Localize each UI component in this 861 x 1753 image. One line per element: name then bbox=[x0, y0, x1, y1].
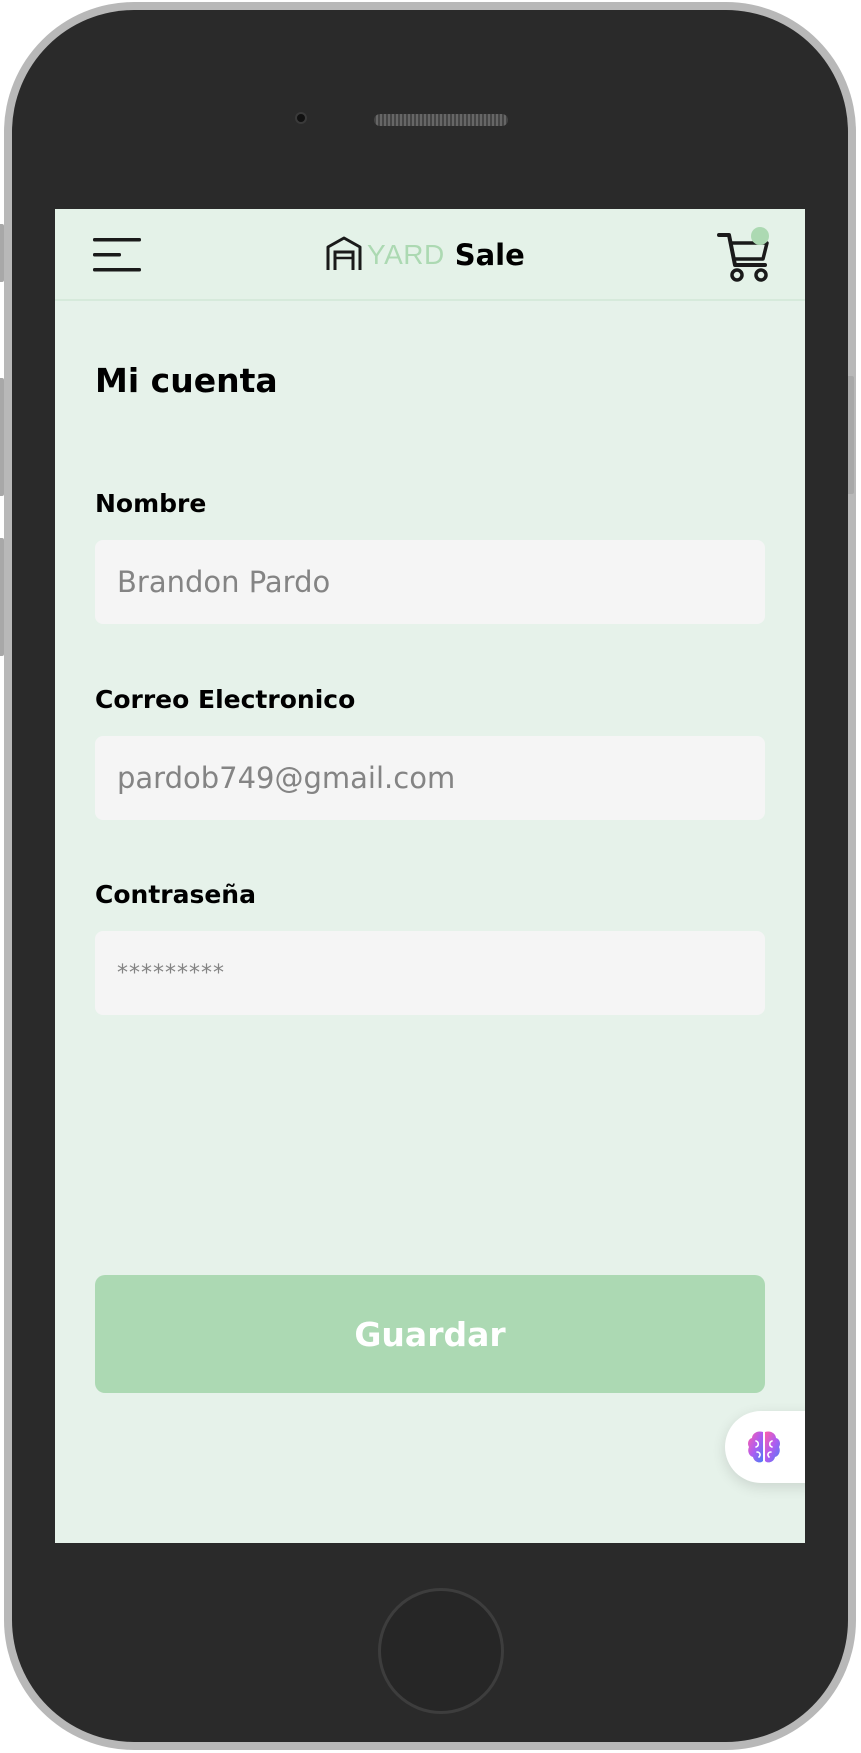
assistant-floating-button[interactable] bbox=[725, 1411, 805, 1483]
password-label: Contraseña bbox=[95, 880, 256, 909]
logo-yard-text: YARD bbox=[367, 239, 445, 270]
cart-notification-badge bbox=[751, 227, 769, 245]
yard-sale-logo[interactable]: YARD Sale bbox=[325, 233, 525, 277]
logo-sale-text: Sale bbox=[454, 238, 525, 272]
volume-up-button bbox=[0, 378, 4, 496]
front-camera bbox=[295, 112, 307, 124]
name-label: Nombre bbox=[95, 489, 207, 518]
name-field[interactable] bbox=[95, 540, 765, 624]
email-field[interactable] bbox=[95, 736, 765, 820]
silent-switch bbox=[0, 224, 4, 282]
earpiece-speaker bbox=[374, 114, 508, 126]
home-button[interactable] bbox=[378, 1588, 504, 1714]
app-header: YARD Sale bbox=[55, 209, 805, 301]
brain-icon bbox=[745, 1428, 783, 1466]
hamburger-menu-icon[interactable] bbox=[91, 235, 143, 275]
password-field[interactable] bbox=[95, 931, 765, 1015]
volume-down-button bbox=[0, 538, 4, 656]
page-title: Mi cuenta bbox=[95, 361, 278, 400]
garage-icon bbox=[325, 235, 363, 275]
app-screen: YARD Sale Mi cuenta Nombre Correo Electr… bbox=[55, 209, 805, 1543]
save-button[interactable]: Guardar bbox=[95, 1275, 765, 1393]
email-label: Correo Electronico bbox=[95, 685, 356, 714]
